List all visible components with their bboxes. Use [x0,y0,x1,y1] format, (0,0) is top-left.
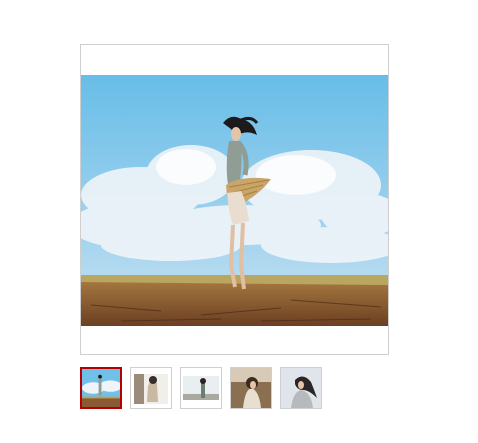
thumbnail-5[interactable] [280,367,322,409]
jumping-woman-image [81,75,388,326]
thumbnail-image [131,368,171,408]
main-photo[interactable] [81,75,388,326]
thumbnail-image [231,368,271,408]
main-image-frame [80,44,389,355]
thumbnail-3[interactable] [180,367,222,409]
thumbnail-1-selected[interactable] [80,367,122,409]
thumbnail-2[interactable] [130,367,172,409]
thumbnail-image [181,368,221,408]
thumbnail-image [281,368,321,408]
thumbnail-4[interactable] [230,367,272,409]
thumbnail-image [82,369,120,407]
